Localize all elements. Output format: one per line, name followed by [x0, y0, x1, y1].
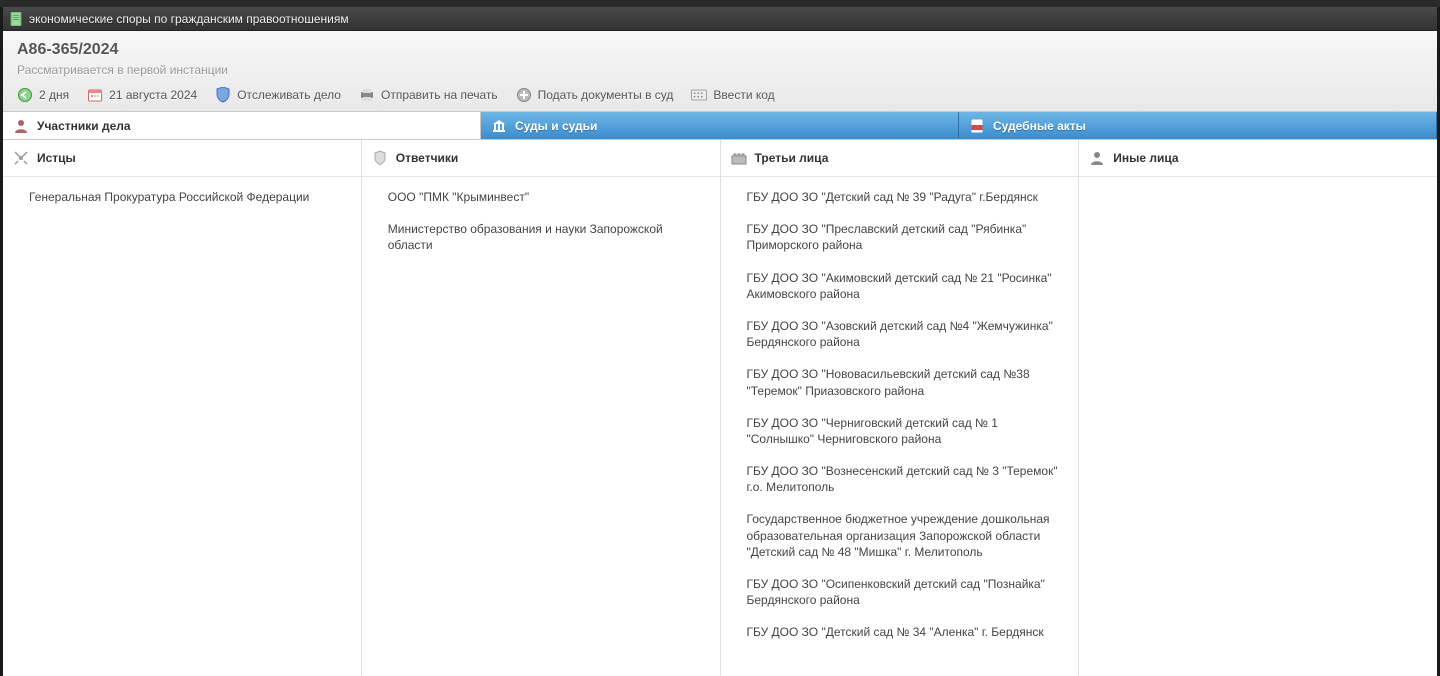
list-item[interactable]: Государственное бюджетное учреждение дош…	[747, 511, 1065, 560]
app-window: экономические споры по гражданским право…	[3, 7, 1437, 676]
column-plaintiffs: Истцы Генеральная Прокуратура Российской…	[3, 140, 362, 676]
fortress-icon	[731, 150, 747, 166]
window-title: экономические споры по гражданским право…	[29, 12, 349, 26]
list-item[interactable]: ГБУ ДОО ЗО "Акимовский детский сад № 21 …	[747, 270, 1065, 302]
column-third-parties: Третьи лица ГБУ ДОО ЗО "Детский сад № 39…	[721, 140, 1080, 676]
tab-participants-label: Участники дела	[37, 119, 131, 133]
column-others-title: Иные лица	[1113, 151, 1178, 165]
duration-info: 2 дня	[17, 87, 69, 103]
list-item[interactable]: ГБУ ДОО ЗО "Вознесенский детский сад № 3…	[747, 463, 1065, 495]
column-third-parties-title: Третьи лица	[755, 151, 829, 165]
column-plaintiffs-header: Истцы	[3, 140, 361, 177]
tab-acts[interactable]: Судебные акты	[959, 112, 1437, 139]
column-defendants: Ответчики ООО "ПМК "Крыминвест" Министер…	[362, 140, 721, 676]
person-silhouette-icon	[1089, 150, 1105, 166]
court-building-icon	[491, 118, 507, 134]
column-others: Иные лица	[1079, 140, 1437, 676]
follow-case-button[interactable]: Отслеживать дело	[215, 87, 341, 103]
case-number: А86-365/2024	[17, 41, 1423, 59]
arrow-back-icon	[17, 87, 33, 103]
tabs-row: Участники дела Суды и судьи Судебные акт…	[3, 112, 1437, 140]
plus-circle-icon	[516, 87, 532, 103]
tab-participants[interactable]: Участники дела	[3, 112, 481, 139]
list-item[interactable]: ГБУ ДОО ЗО "Черниговский детский сад № 1…	[747, 415, 1065, 447]
printer-icon	[359, 87, 375, 103]
date-label: 21 августа 2024	[109, 88, 197, 102]
duration-label: 2 дня	[39, 88, 69, 102]
follow-case-label: Отслеживать дело	[237, 88, 341, 102]
enter-code-button[interactable]: Ввести код	[691, 87, 774, 103]
participants-panel: Истцы Генеральная Прокуратура Российской…	[3, 140, 1437, 676]
third-parties-list: ГБУ ДОО ЗО "Детский сад № 39 "Радуга" г.…	[721, 177, 1079, 641]
pdf-document-icon	[969, 118, 985, 134]
calendar-icon	[87, 87, 103, 103]
print-label: Отправить на печать	[381, 88, 498, 102]
list-item[interactable]: ООО "ПМК "Крыминвест"	[388, 189, 706, 205]
column-third-parties-header: Третьи лица	[721, 140, 1079, 177]
list-item[interactable]: Министерство образования и науки Запорож…	[388, 221, 706, 253]
keypad-icon	[691, 87, 707, 103]
case-toolbar: 2 дня 21 августа 2024 Отслеживать дело О…	[17, 87, 1423, 103]
column-others-header: Иные лица	[1079, 140, 1437, 177]
others-list	[1079, 177, 1437, 189]
swords-icon	[13, 150, 29, 166]
list-item[interactable]: ГБУ ДОО ЗО "Преславский детский сад "Ряб…	[747, 221, 1065, 253]
plaintiffs-list: Генеральная Прокуратура Российской Федер…	[3, 177, 361, 205]
list-item[interactable]: ГБУ ДОО ЗО "Детский сад № 39 "Радуга" г.…	[747, 189, 1065, 205]
tab-courts-label: Суды и судьи	[515, 119, 597, 133]
submit-docs-button[interactable]: Подать документы в суд	[516, 87, 674, 103]
document-icon	[9, 12, 23, 26]
shield-outline-icon	[372, 150, 388, 166]
column-defendants-header: Ответчики	[362, 140, 720, 177]
column-plaintiffs-title: Истцы	[37, 151, 76, 165]
list-item[interactable]: Генеральная Прокуратура Российской Федер…	[29, 189, 347, 205]
case-status: Рассматривается в первой инстанции	[17, 63, 1423, 77]
tab-courts[interactable]: Суды и судьи	[481, 112, 959, 139]
list-item[interactable]: ГБУ ДОО ЗО "Нововасильевский детский сад…	[747, 366, 1065, 398]
submit-docs-label: Подать документы в суд	[538, 88, 674, 102]
content-scroll-wrap: Истцы Генеральная Прокуратура Российской…	[3, 140, 1437, 676]
defendants-list: ООО "ПМК "Крыминвест" Министерство образ…	[362, 177, 720, 254]
enter-code-label: Ввести код	[713, 88, 774, 102]
window-title-bar: экономические споры по гражданским право…	[3, 7, 1437, 31]
case-header: А86-365/2024 Рассматривается в первой ин…	[3, 31, 1437, 112]
date-info: 21 августа 2024	[87, 87, 197, 103]
list-item[interactable]: ГБУ ДОО ЗО "Осипенковский детский сад "П…	[747, 576, 1065, 608]
person-icon	[13, 118, 29, 134]
shield-icon	[215, 87, 231, 103]
print-button[interactable]: Отправить на печать	[359, 87, 498, 103]
content-scroll[interactable]: Истцы Генеральная Прокуратура Российской…	[3, 140, 1437, 676]
tab-acts-label: Судебные акты	[993, 119, 1086, 133]
list-item[interactable]: ГБУ ДОО ЗО "Детский сад № 34 "Аленка" г.…	[747, 624, 1065, 640]
list-item[interactable]: ГБУ ДОО ЗО "Азовский детский сад №4 "Жем…	[747, 318, 1065, 350]
column-defendants-title: Ответчики	[396, 151, 459, 165]
browser-chrome-top	[0, 0, 1440, 7]
